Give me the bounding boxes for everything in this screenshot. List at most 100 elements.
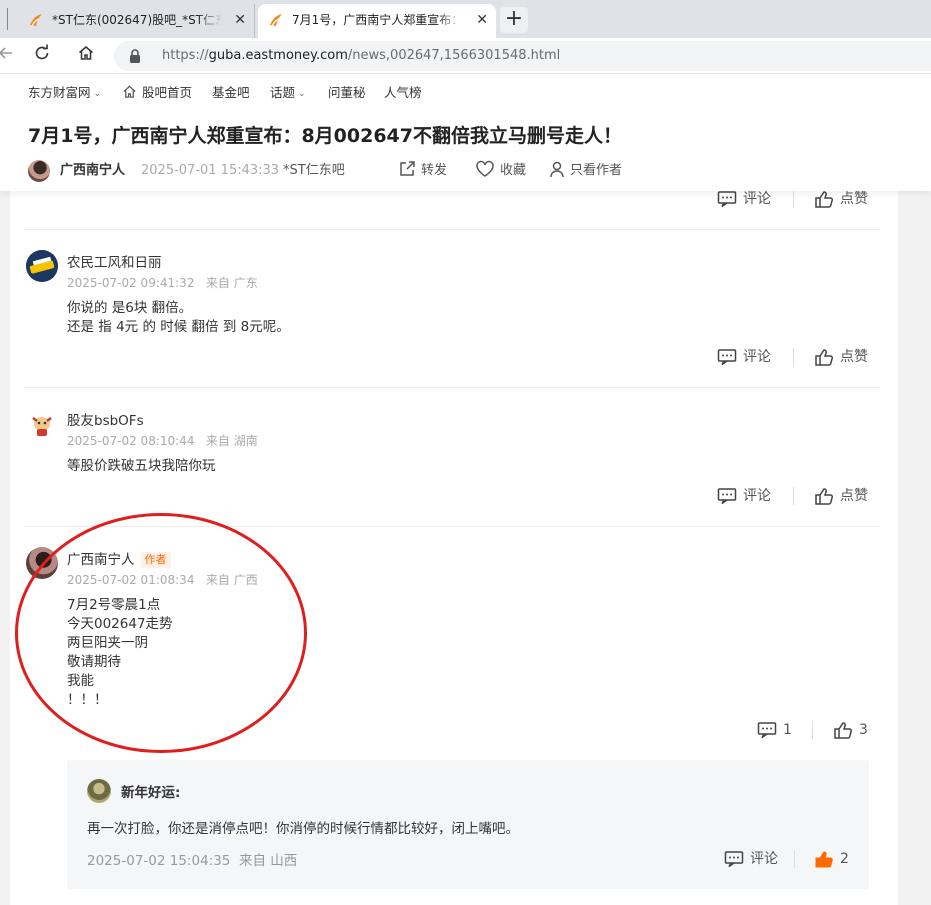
avatar[interactable] — [26, 408, 58, 440]
comment-label: 评论 — [743, 488, 771, 504]
scrollbar[interactable] — [918, 191, 931, 905]
reply-actions: 评论 点赞 — [717, 346, 887, 368]
nav-label: 问董秘 — [328, 85, 366, 100]
browser-tab-1[interactable]: *ST仁东(002647)股吧_*ST仁东怎么样 ✕ — [18, 4, 255, 38]
like-button[interactable]: 2 — [814, 848, 849, 870]
comment-body: 7月2号零晨1点 今天002647走势 两巨阳夹一阴 敬请期待 我能 ！！！ — [67, 596, 173, 710]
article-header: 7月1号，广西南宁人郑重宣布：8月002647不翻倍我立马删号走人！ 广西南宁人… — [0, 111, 931, 191]
comment-author[interactable]: 股友bsbOFs — [67, 409, 144, 429]
divider — [24, 526, 880, 527]
nav-ask-secretary[interactable]: 问董秘 — [328, 75, 366, 111]
sub-reply-location: 来自 山西 — [238, 853, 298, 869]
nav-popularity[interactable]: 人气榜 — [384, 75, 422, 111]
comment-line: 今天002647走势 — [67, 616, 173, 632]
nav-label: 话题 — [270, 85, 296, 100]
url-text: https://guba.eastmoney.com/news,002647,1… — [162, 41, 560, 71]
comment-button[interactable]: 评论 — [724, 848, 778, 870]
thumbs-up-icon — [815, 191, 834, 208]
comment-icon — [717, 488, 737, 505]
nav-fund-bar[interactable]: 基金吧 — [212, 75, 250, 111]
reply-actions: 评论 2 — [724, 848, 854, 870]
avatar[interactable] — [26, 547, 58, 579]
comment-button[interactable]: 评论 — [717, 191, 771, 210]
comment-line: ！！！ — [67, 692, 108, 708]
back-arrow-icon[interactable] — [0, 44, 18, 68]
like-count: 3 — [859, 722, 868, 738]
comment-author-row: 广西南宁人 作者 — [67, 548, 171, 568]
comment-meta: 2025-07-02 08:10:44 来自 湖南 — [67, 432, 258, 449]
sub-reply-text: 再一次打脸，你还是消停点吧！你消停的时候行情都比较好，闭上嘴吧。 — [87, 821, 519, 837]
comment-icon — [717, 349, 737, 366]
address-bar[interactable]: https://guba.eastmoney.com/news,002647,1… — [114, 41, 931, 71]
like-button[interactable]: 点赞 — [814, 485, 868, 507]
nav-label: 东方财富网 — [28, 85, 91, 100]
comment-line: 7月2号零晨1点 — [67, 597, 161, 613]
comment-button[interactable]: 1 — [757, 719, 792, 741]
divider — [793, 487, 794, 505]
share-button[interactable]: 转发 — [398, 159, 447, 183]
nav-topics[interactable]: 话题 ⌄ — [270, 75, 306, 113]
comment-line: 等股价跌破五块我陪你玩 — [67, 458, 216, 474]
site-nav: 东方财富网 ⌄ 股吧首页 基金吧 话题 ⌄ 问董秘 人气榜 — [0, 75, 931, 111]
browser-tab-2[interactable]: 7月1号，广西南宁人郑重宣布：8月002647不翻倍 ✕ — [258, 4, 496, 38]
share-icon — [400, 161, 415, 176]
thumbs-up-icon — [815, 488, 834, 505]
publish-time: 2025-07-01 15:43:33 — [141, 163, 280, 178]
divider — [794, 850, 795, 868]
nav-eastmoney[interactable]: 东方财富网 ⌄ — [28, 75, 101, 113]
like-label: 点赞 — [840, 488, 868, 504]
eastmoney-favicon-icon — [30, 14, 42, 27]
like-button[interactable]: 点赞 — [814, 191, 868, 210]
avatar[interactable] — [26, 250, 58, 282]
sub-reply: 新年好运: 再一次打脸，你还是消停点吧！你消停的时候行情都比较好，闭上嘴吧。 2… — [67, 760, 869, 889]
like-button[interactable]: 点赞 — [814, 346, 868, 368]
home-icon[interactable] — [74, 44, 98, 68]
like-button[interactable]: 3 — [833, 719, 868, 741]
share-label: 转发 — [421, 163, 448, 178]
reload-icon[interactable] — [30, 44, 54, 68]
reply-actions: 评论 点赞 — [717, 485, 887, 507]
lock-icon — [130, 49, 140, 63]
tab-title: *ST仁东(002647)股吧_*ST仁东怎么样 — [52, 13, 222, 27]
sub-reply-author[interactable]: 新年好运: — [121, 781, 180, 801]
avatar[interactable] — [28, 160, 50, 182]
comment-meta: 2025-07-02 01:08:34 来自 广西 — [67, 571, 258, 588]
thumbs-up-icon — [834, 722, 853, 739]
nav-label: 人气榜 — [384, 85, 422, 100]
author-badge: 作者 — [140, 552, 171, 568]
comment-location: 来自 湖南 — [205, 434, 258, 448]
browser-toolbar: https://guba.eastmoney.com/news,002647,1… — [0, 38, 931, 74]
favorite-label: 收藏 — [500, 163, 527, 178]
comment-line: 两巨阳夹一阴 — [67, 635, 148, 651]
nav-guba-home[interactable]: 股吧首页 — [122, 75, 192, 111]
like-count: 2 — [840, 851, 849, 867]
bar-link[interactable]: *ST仁东吧 — [283, 159, 345, 183]
nav-label: 股吧首页 — [142, 85, 193, 100]
comment-button[interactable]: 评论 — [717, 346, 771, 368]
comment-author[interactable]: 农民工风和日丽 — [67, 251, 162, 271]
comments-card: 评论 点赞 农民工风和日丽 2025-07-02 09:41:32 来自 广东 … — [10, 191, 898, 905]
chevron-down-icon: ⌄ — [298, 89, 306, 99]
comment-label: 评论 — [743, 349, 771, 365]
author-name[interactable]: 广西南宁人 — [60, 159, 125, 183]
divider — [24, 229, 880, 230]
avatar[interactable] — [87, 779, 111, 803]
comment-line: 我能 — [67, 673, 94, 689]
sub-reply-meta: 2025-07-02 15:04:35 来自 山西 — [87, 849, 297, 869]
comment-meta: 2025-07-02 09:41:32 来自 广东 — [67, 274, 258, 291]
close-icon[interactable]: ✕ — [476, 4, 488, 36]
author-only-label: 只看作者 — [570, 163, 623, 178]
comment-location: 来自 广西 — [205, 573, 258, 587]
comment-button[interactable]: 评论 — [717, 485, 771, 507]
favorite-button[interactable]: 收藏 — [475, 159, 526, 183]
chevron-down-icon: ⌄ — [93, 89, 102, 99]
author-only-button[interactable]: 只看作者 — [549, 159, 622, 183]
divider — [793, 348, 794, 366]
close-icon[interactable]: ✕ — [234, 4, 246, 36]
comment-body: 你说的 是6块 翻倍。 还是 指 4元 的 时候 翻倍 到 8元呢。 — [67, 299, 290, 337]
like-label: 点赞 — [840, 349, 868, 365]
browser-tabstrip: *ST仁东(002647)股吧_*ST仁东怎么样 ✕ 7月1号，广西南宁人郑重宣… — [0, 0, 931, 38]
comment-line: 还是 指 4元 的 时候 翻倍 到 8元呢。 — [67, 319, 290, 335]
comment-author[interactable]: 广西南宁人 — [67, 552, 135, 568]
new-tab-button[interactable]: + — [500, 7, 528, 33]
